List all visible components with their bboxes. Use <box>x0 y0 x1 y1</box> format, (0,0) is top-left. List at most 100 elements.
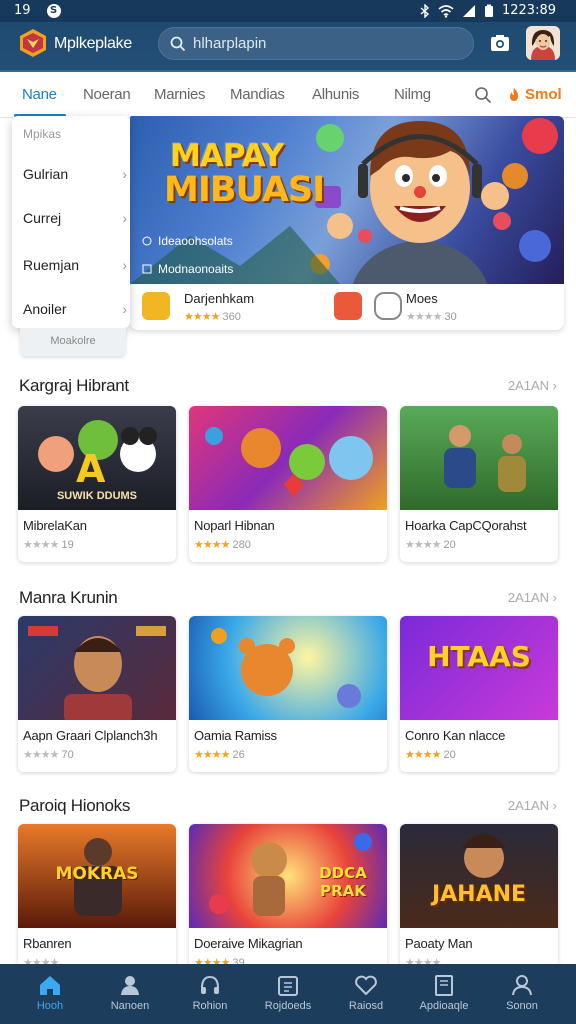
game-rating: ★★★★ 70 <box>23 749 74 761</box>
game-card[interactable]: Noparl Hibnan ★★★★ 280 <box>189 406 387 562</box>
search-input[interactable]: hlharplapin <box>158 27 474 60</box>
game-card[interactable]: JAHANE Paoaty Man ★★★★ <box>400 824 558 980</box>
app-logo-icon[interactable] <box>18 28 48 58</box>
app-bar: Mplkeplake hlharplapin <box>0 22 576 72</box>
hero-title-line2: MIBUASI <box>164 170 325 210</box>
signal-icon <box>462 4 475 17</box>
status-bar: 19 S 1223:89 <box>0 0 576 22</box>
game-card[interactable]: Aapn Graari Clplanch3h ★★★★ 70 <box>18 616 176 772</box>
heart-icon <box>355 975 377 996</box>
game-thumbnail <box>189 616 387 720</box>
tab-marnies[interactable]: Marnies <box>154 86 206 103</box>
nav-raiosd[interactable]: Raiosd <box>330 964 402 1024</box>
game-title: Oamia Ramiss <box>194 728 277 743</box>
nav-rohion[interactable]: Rohion <box>174 964 246 1024</box>
jungle-hero-art <box>462 834 506 878</box>
tab-search-icon[interactable] <box>474 86 492 104</box>
hero-banner[interactable]: MAPAY MIBUASI Ideaoohsolats Modnaonoaits <box>130 116 564 284</box>
game-rating: ★★★★ 19 <box>23 539 74 551</box>
game-title: Aapn Graari Clplanch3h <box>23 728 158 743</box>
tab-nilmg[interactable]: Nilmg <box>394 86 431 103</box>
section-title-2: Manra Krunin <box>19 588 118 607</box>
star-rating-icon: ★★★★ <box>184 311 220 323</box>
chevron-right-icon: › <box>122 257 127 273</box>
section-more-1[interactable]: 2A1AN › <box>508 378 557 393</box>
hero-meta-2: Modnaonoaits <box>158 262 234 276</box>
app-icon-shield[interactable] <box>374 292 402 320</box>
hero-meta-row-1: Ideaoohsolats <box>142 234 233 248</box>
dropdown-item-currej[interactable]: Currej › <box>23 210 127 226</box>
camera-icon[interactable] <box>489 32 511 54</box>
section-title-3: Paroiq Hionoks <box>19 796 131 815</box>
tag-icon <box>142 264 152 274</box>
nav-sonon[interactable]: Sonon <box>486 964 558 1024</box>
game-thumbnail <box>189 406 387 510</box>
game-card[interactable]: A SUWIK DDUMS MibrelaKan ★★★★ 19 <box>18 406 176 562</box>
chevron-right-icon: › <box>122 301 127 317</box>
hero-app-strip: Darjenhkam ★★★★ 360 Moes ★★★★ 30 <box>130 284 564 330</box>
game-card[interactable]: DDCA PRAK Doeraive Mikagrian ★★★★ 39 <box>189 824 387 980</box>
adventure-heroes-art <box>444 425 526 492</box>
tab-nane[interactable]: Nane <box>22 86 57 103</box>
star-rating-icon: ★★★★ <box>406 311 442 323</box>
dropdown-header: Mpikas <box>23 127 62 141</box>
game-thumbnail: HTAAS <box>400 616 558 720</box>
star-rating-icon: ★★★★ <box>405 539 441 551</box>
search-icon <box>170 36 186 52</box>
person-icon <box>121 976 139 995</box>
app-icon-darjenhkam[interactable] <box>142 292 170 320</box>
dropdown-item-ruemjan[interactable]: Ruemjan › <box>23 257 127 273</box>
game-thumbnail <box>400 406 558 510</box>
more-chip[interactable]: Moakolre <box>20 328 126 356</box>
section-more-3[interactable]: 2A1AN › <box>508 798 557 813</box>
game-thumbnail <box>18 616 176 720</box>
hero-title-line1: MAPAY <box>170 138 284 174</box>
app-icon-red[interactable] <box>334 292 362 320</box>
bluetooth-icon <box>420 3 430 18</box>
status-clock: 1223:89 <box>501 3 556 18</box>
game-card[interactable]: Hoarka CapCQorahst ★★★★ 20 <box>400 406 558 562</box>
game-card[interactable]: MOKRAS Rbanren ★★★★ <box>18 824 176 980</box>
game-title: Doeraive Mikagrian <box>194 936 303 951</box>
game-thumbnail: A SUWIK DDUMS <box>18 406 176 510</box>
game-card[interactable]: Oamia Ramiss ★★★★ 26 <box>189 616 387 772</box>
dropdown-item-anoiler[interactable]: Anoiler › <box>23 301 127 317</box>
nav-apdioaqle[interactable]: Apdioaqle <box>408 964 480 1024</box>
card-banner-text: SUWIK DDUMS <box>56 490 138 502</box>
user-avatar[interactable] <box>526 26 560 60</box>
section-more-2[interactable]: 2A1AN › <box>508 590 557 605</box>
tab-mandias[interactable]: Mandias <box>230 86 285 103</box>
home-icon <box>40 976 60 995</box>
headset-icon <box>201 975 219 994</box>
card-banner-text: DDCA PRAK <box>319 864 367 900</box>
nav-rojdoeds[interactable]: Rojdoeds <box>252 964 324 1024</box>
coins-badge-label: Smol <box>525 86 562 103</box>
hero-app-name-2[interactable]: Moes <box>406 291 438 306</box>
chevron-right-icon: › <box>122 210 127 226</box>
clock-icon <box>142 236 152 246</box>
game-thumbnail: JAHANE <box>400 824 558 928</box>
card-banner-text: MOKRAS <box>55 864 139 884</box>
game-title: Hoarka CapCQorahst <box>405 518 527 533</box>
hero-app-rating-2: ★★★★ 30 <box>406 311 457 323</box>
star-rating-icon: ★★★★ <box>194 539 230 551</box>
star-rating-icon: ★★★★ <box>194 749 230 761</box>
nav-home[interactable]: Hooh <box>14 964 86 1024</box>
hero-app-name-1[interactable]: Darjenhkam <box>184 291 254 306</box>
dropdown-item-gulrian[interactable]: Gulrian › <box>23 166 127 182</box>
card-banner-text: HTAAS <box>427 640 531 673</box>
hero-app-rating-1: ★★★★ 360 <box>184 311 241 323</box>
fire-icon <box>510 87 519 101</box>
bottom-nav: Hooh Nanoen Rohion Rojdoeds Raiosd Apdio… <box>0 964 576 1024</box>
tab-alhunis[interactable]: Alhunis <box>312 86 359 103</box>
nav-nanoen[interactable]: Nanoen <box>94 964 166 1024</box>
game-card[interactable]: HTAAS Conro Kan nlacce ★★★★ 20 <box>400 616 558 772</box>
game-title: Conro Kan nlacce <box>405 728 506 743</box>
game-rating: ★★★★ 280 <box>194 539 251 551</box>
game-thumbnail: DDCA PRAK <box>189 824 387 928</box>
star-rating-icon: ★★★★ <box>405 749 441 761</box>
category-dropdown: Mpikas Gulrian › Currej › Ruemjan › Anoiler… <box>12 116 130 328</box>
app-title: Mplkeplake <box>54 35 132 52</box>
tab-noeran[interactable]: Noeran <box>83 86 131 103</box>
coins-badge[interactable]: Smol <box>506 86 562 103</box>
